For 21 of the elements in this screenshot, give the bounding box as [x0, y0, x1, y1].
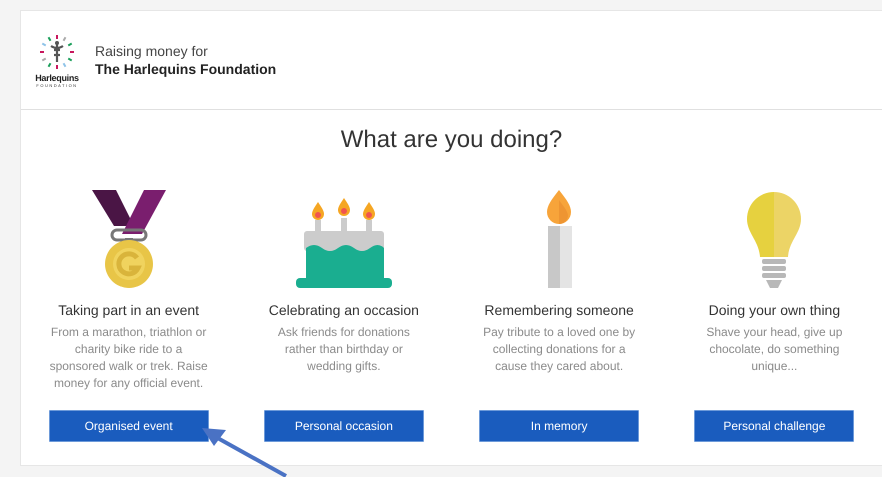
- option-description: From a marathon, triathlon or charity bike ride to a sponsored walk or trek. Raise money for any official event.: [48, 324, 209, 392]
- light-bulb-icon: [746, 192, 802, 288]
- page-title: What are you doing?: [340, 126, 564, 154]
- option-button[interactable]: Personal occasion: [264, 410, 424, 442]
- option-heading: Taking part in an event: [58, 302, 200, 318]
- option-heading: Doing your own thing: [708, 302, 840, 318]
- intro-text: Raising money for: [95, 43, 209, 59]
- charity-name: The Harlequins Foundation: [95, 61, 276, 77]
- option-button[interactable]: Organised event: [48, 410, 209, 442]
- cake-icon: [296, 198, 392, 288]
- option-description: Pay tribute to a loved one by collecting donations for a cause they cared about.: [482, 324, 636, 375]
- option-button[interactable]: In memory: [479, 410, 640, 442]
- option-heading: Celebrating an occasion: [268, 302, 419, 318]
- logo-emblem-icon: [38, 32, 76, 70]
- option-heading: Remembering someone: [484, 302, 634, 318]
- candle-icon: [544, 190, 574, 288]
- option-description: Shave your head, give up chocolate, do something unique...: [705, 324, 844, 375]
- logo-name: Harlequins: [35, 72, 79, 82]
- option-description: Ask friends for donations rather than birthday or wedding gifts.: [276, 324, 411, 375]
- medal-icon: [92, 190, 166, 288]
- option-button[interactable]: Personal challenge: [694, 410, 854, 442]
